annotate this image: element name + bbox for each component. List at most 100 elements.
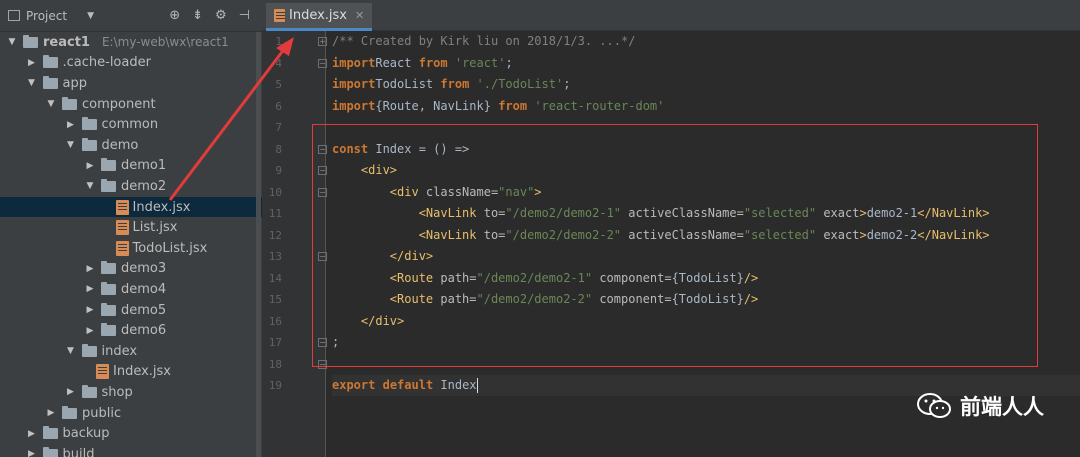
code-line[interactable]: /** Created by Kirk liu on 2018/1/3. ...… <box>332 31 635 52</box>
code-token: ; <box>563 77 571 91</box>
code-token: from <box>418 55 448 70</box>
line-number: 14 <box>268 271 282 285</box>
tree-item-label: TodoList.jsx <box>132 240 208 256</box>
tree-item-label: common <box>101 117 159 133</box>
tree-folder[interactable]: ▶ demo5 <box>0 300 262 321</box>
tree-folder[interactable]: ▼ react1 E:\my-web\wx\react1 <box>0 32 262 53</box>
tree-folder[interactable]: ▶ backup <box>0 423 262 444</box>
watermark-text: 前端人人 <box>960 395 1044 419</box>
tree-file[interactable]: Index.jsx <box>0 196 262 218</box>
folder-icon <box>42 55 58 69</box>
chevron-down-icon[interactable]: ▼ <box>6 37 18 47</box>
project-view-icon[interactable] <box>8 10 20 21</box>
locate-icon[interactable]: ⊕ <box>169 8 180 23</box>
tree-folder[interactable]: ▶ demo4 <box>0 279 262 300</box>
tab-index-jsx[interactable]: Index.jsx ✕ <box>266 3 373 31</box>
gear-icon[interactable]: ⚙ <box>215 8 227 23</box>
tree-item-label: backup <box>62 426 110 442</box>
tree-item-label: Index.jsx <box>132 199 191 215</box>
code-line[interactable]: importReact from 'react'; <box>332 53 513 74</box>
tree-item-label: index <box>101 343 138 359</box>
tree-item-label: demo3 <box>121 261 167 277</box>
chevron-down-icon[interactable]: ▼ <box>26 78 38 88</box>
line-number: 5 <box>275 78 282 91</box>
chevron-right-icon[interactable]: ▶ <box>84 326 96 336</box>
chevron-right-icon[interactable]: ▶ <box>26 429 38 439</box>
chevron-down-icon[interactable]: ▼ <box>87 11 94 21</box>
code-token: 'react-router-dom' <box>534 98 665 113</box>
tree-folder[interactable]: ▶ demo3 <box>0 259 262 280</box>
tree-item-label: build <box>62 446 95 457</box>
code-token: from <box>440 77 470 91</box>
folder-icon <box>81 137 97 151</box>
chevron-right-icon[interactable]: ▶ <box>84 264 96 274</box>
folder-icon <box>101 158 116 172</box>
tree-folder[interactable]: ▼ demo <box>0 135 262 156</box>
tree-folder[interactable]: ▼ demo2 <box>0 176 262 197</box>
jsx-file-icon <box>115 240 129 256</box>
chevron-right-icon[interactable]: ▶ <box>45 408 57 418</box>
tree-folder[interactable]: ▶ demo1 <box>0 156 262 177</box>
chevron-down-icon[interactable]: ▼ <box>65 140 77 150</box>
tree-folder[interactable]: ▶ common <box>0 114 262 135</box>
tree-item-label: public <box>82 405 122 421</box>
chevron-right-icon[interactable]: ▶ <box>84 284 96 294</box>
collapse-icon[interactable]: ⇟ <box>192 8 203 23</box>
tree-folder[interactable]: ▶ public <box>0 403 262 424</box>
editor-tab-bar: Index.jsx ✕ <box>262 0 1080 31</box>
folder-icon <box>23 34 38 48</box>
project-panel-header: Project ▼ ⊕ ⇟ ⚙ ⊣ <box>0 0 262 32</box>
chevron-right-icon[interactable]: ▶ <box>84 305 96 315</box>
folder-icon <box>101 281 116 295</box>
tree-item-label: react1 <box>43 34 90 50</box>
chevron-down-icon[interactable]: ▼ <box>84 181 96 191</box>
line-number: 17 <box>268 336 282 349</box>
code-token: /** Created by Kirk liu on 2018/1/3. ...… <box>332 34 636 48</box>
chevron-down-icon[interactable]: ▼ <box>65 346 77 356</box>
tree-scrollbar[interactable] <box>256 32 261 457</box>
tree-item-label: demo <box>101 137 139 153</box>
line-number: 15 <box>268 293 282 306</box>
fold-marker-icon[interactable]: + <box>318 37 327 46</box>
chevron-right-icon[interactable]: ▶ <box>26 58 38 68</box>
tree-folder[interactable]: ▶ build <box>0 444 262 457</box>
tree-item-label: Index.jsx <box>113 364 171 380</box>
folder-icon <box>42 75 58 89</box>
tree-folder[interactable]: ▼ component <box>0 94 262 115</box>
tree-item-label: demo6 <box>121 323 167 339</box>
tree-item-label: demo5 <box>121 302 167 318</box>
code-line[interactable]: import{Route, NavLink} from 'react-route… <box>332 96 664 117</box>
chevron-right-icon[interactable]: ▶ <box>65 120 77 130</box>
jsx-file-icon <box>115 220 129 236</box>
fold-marker-icon[interactable]: − <box>318 58 327 68</box>
hide-icon[interactable]: ⊣ <box>239 8 250 23</box>
wechat-icon <box>917 393 951 418</box>
tree-folder[interactable]: ▶ .cache-loader <box>0 53 262 74</box>
tree-item-label: demo1 <box>121 158 167 174</box>
tree-file[interactable]: Index.jsx <box>0 362 262 383</box>
code-token: React <box>375 55 419 70</box>
highlight-box <box>312 124 1038 367</box>
folder-icon <box>81 343 97 357</box>
tree-folder[interactable]: ▼ index <box>0 341 262 362</box>
tree-folder[interactable]: ▶ demo6 <box>0 320 262 341</box>
tree-file[interactable]: List.jsx <box>0 217 262 238</box>
folder-icon <box>101 178 116 192</box>
folder-icon <box>101 323 116 337</box>
chevron-right-icon[interactable]: ▶ <box>26 449 38 457</box>
project-view-selector[interactable]: Project <box>26 9 67 23</box>
folder-icon <box>81 117 97 131</box>
chevron-right-icon[interactable]: ▶ <box>84 161 96 171</box>
tree-file[interactable]: TodoList.jsx <box>0 238 262 259</box>
close-icon[interactable]: ✕ <box>355 9 364 22</box>
line-number: 8 <box>275 142 282 156</box>
code-line[interactable]: importTodoList from './TodoList'; <box>332 74 570 95</box>
chevron-down-icon[interactable]: ▼ <box>45 99 57 109</box>
chevron-right-icon[interactable]: ▶ <box>65 387 77 397</box>
tree-folder[interactable]: ▼ app <box>0 73 262 94</box>
folder-icon <box>42 426 58 440</box>
tree-folder[interactable]: ▶ shop <box>0 382 262 403</box>
